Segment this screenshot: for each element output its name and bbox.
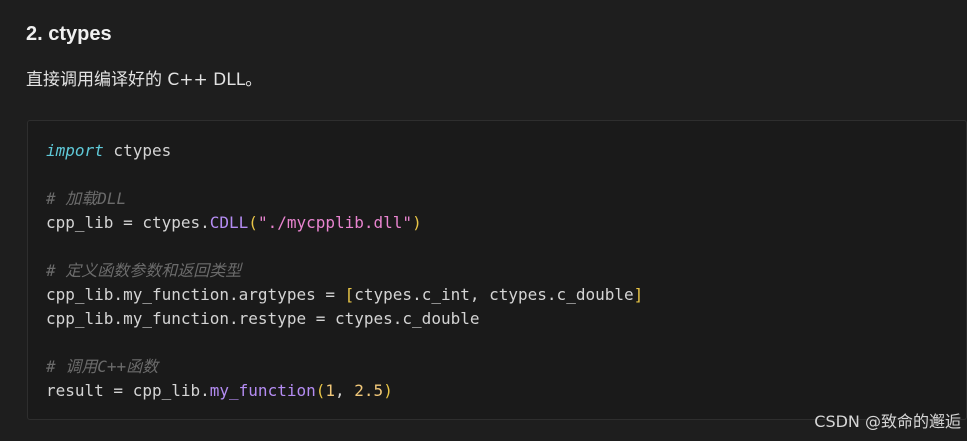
section-heading: 2. ctypes [26,23,112,45]
section-description: 直接调用编译好的 C++ DLL。 [26,70,263,90]
code-text: result = cpp_lib. [46,381,210,400]
close-bracket: ] [633,285,644,304]
string-literal: "./mycpplib.dll" [257,213,413,232]
code-line-comment-load: # 加载DLL [46,187,643,211]
code-line-argtypes: cpp_lib.my_function.argtypes = [ctypes.c… [46,283,643,307]
open-paren: ( [315,381,326,400]
code-line-import: import ctypes [46,139,643,163]
code-comment: # 定义函数参数和返回类型 [46,261,242,280]
import-module: ctypes [103,141,172,160]
code-line-call: result = cpp_lib.my_function(1, 2.5) [46,379,643,403]
close-paren: ) [383,381,393,400]
open-paren: ( [248,213,258,232]
open-bracket: [ [344,285,355,304]
csdn-watermark: CSDN @致命的邂逅 [814,412,961,431]
code-block[interactable]: import ctypes # 加载DLL cpp_lib = ctypes.CDL… [27,120,967,420]
code-line-load-dll: cpp_lib = ctypes.CDLL("./mycpplib.dll") [46,211,643,235]
code-content: import ctypes # 加载DLL cpp_lib = ctypes.CDL… [46,139,643,403]
code-text: , [335,381,355,400]
code-text: cpp_lib.my_function.restype = ctypes.c_d… [46,309,480,328]
function-name: my_function [209,381,316,400]
close-paren: ) [412,213,422,232]
code-text: cpp_lib.my_function.argtypes = [46,285,345,304]
number-literal: 2.5 [354,381,384,400]
import-keyword: import [46,141,104,160]
function-name: CDLL [209,213,249,232]
code-text: cpp_lib = ctypes. [46,213,210,232]
number-literal: 1 [325,381,336,400]
code-comment: # 加载DLL [46,189,127,208]
code-line-comment-call: # 调用C++函数 [46,355,643,379]
code-line-restype: cpp_lib.my_function.restype = ctypes.c_d… [46,307,643,331]
code-comment: # 调用C++函数 [46,357,159,376]
code-text: ctypes.c_int, ctypes.c_double [354,285,634,304]
code-line-comment-define: # 定义函数参数和返回类型 [46,259,643,283]
